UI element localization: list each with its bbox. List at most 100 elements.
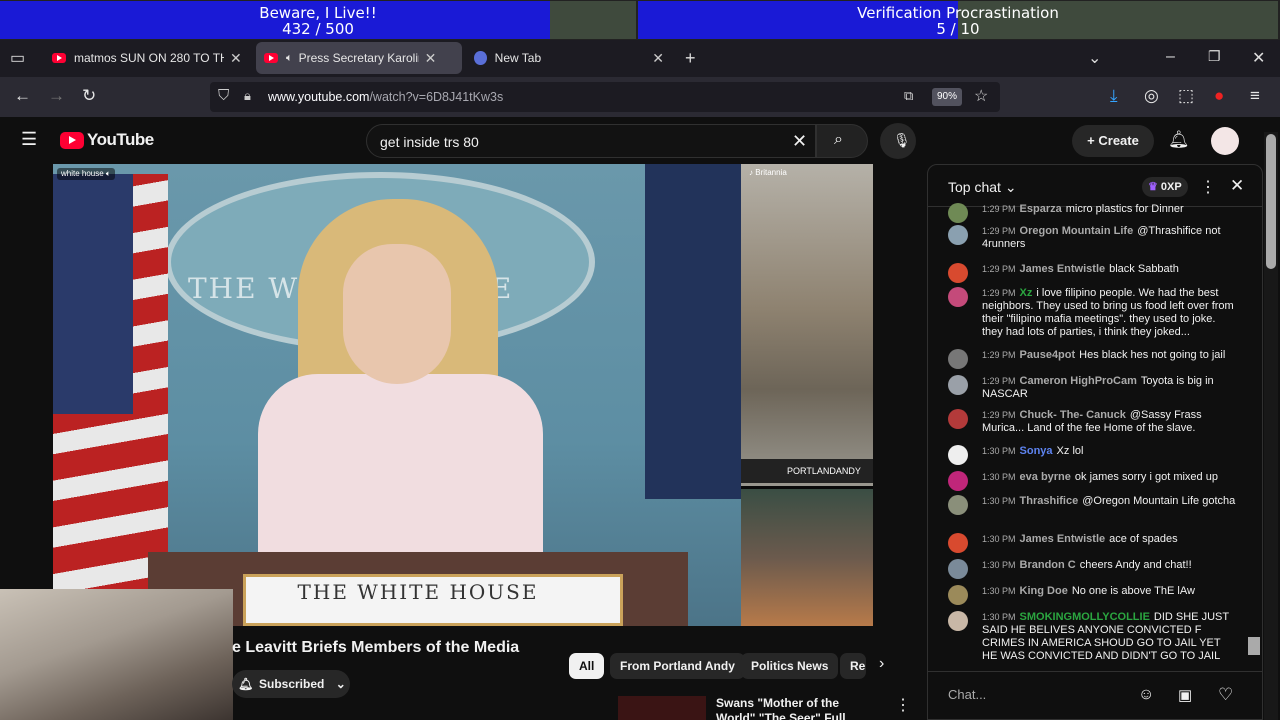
oxp-badge[interactable]: ♛ 0XP [1142,177,1188,197]
extension-record-icon[interactable]: ● [1214,86,1224,106]
chat-message[interactable]: 1:30 PM Thrashifice @Oregon Mountain Life … [948,495,1238,515]
chat-author[interactable]: Brandon C [1020,559,1076,571]
avatar[interactable] [948,495,968,515]
search-button[interactable]: ⌕ [816,124,868,158]
avatar[interactable] [948,611,968,631]
chat-author[interactable]: Esparza [1020,203,1062,215]
avatar[interactable] [948,225,968,245]
avatar[interactable] [948,287,968,307]
avatar[interactable] [948,349,968,369]
avatar[interactable] [948,409,968,429]
chat-author[interactable]: eva byrne [1020,471,1071,483]
chat-message[interactable]: 1:30 PM Sonya Xz lol [948,445,1238,465]
forward-icon[interactable]: → [48,86,65,106]
more-options-icon[interactable]: ⋮ [895,695,911,715]
chat-author[interactable]: SMOKINGMOLLYCOLLIE [1020,611,1150,623]
chip-all[interactable]: All [569,653,605,679]
back-icon[interactable]: ← [14,86,31,106]
emoji-icon[interactable]: ☺ [1138,686,1154,704]
chat-author[interactable]: Sonya [1020,445,1053,457]
chip-re[interactable]: Re [840,653,866,679]
url-text[interactable]: www.youtube.com/watch?v=6D8J41tKw3s [268,90,503,104]
search-query[interactable]: get inside trs 80 [380,134,479,150]
account-icon[interactable]: ◎ [1144,86,1159,106]
close-chat-icon[interactable]: ✕ [1230,176,1244,196]
avatar[interactable] [948,263,968,283]
new-tab-icon[interactable]: + [685,48,696,69]
download-icon[interactable]: ⤓ [1110,86,1118,106]
chat-author[interactable]: Pause4pot [1020,349,1076,361]
close-window-icon[interactable]: ✕ [1252,48,1265,68]
zoom-level[interactable]: 90% [932,88,963,106]
chat-message[interactable]: 1:29 PM Oregon Mountain Life @Thrashifice … [948,225,1238,251]
chip-from-portland-andy[interactable]: From Portland Andy [610,653,745,679]
super-chat-icon[interactable]: ▣ [1178,686,1192,704]
chat-message[interactable]: 1:29 PM Pause4pot Hes black hes not going … [948,349,1238,369]
restore-icon[interactable]: ❐ [1208,48,1221,65]
chevron-down-icon[interactable]: ⌄ [1088,48,1101,68]
tab-press-secretary[interactable]: 🔈︎ Press Secretary Karoline ✕ [256,42,462,74]
close-tab-icon[interactable]: ✕ [425,50,437,67]
create-button[interactable]: + Create [1072,125,1154,157]
chat-author[interactable]: Oregon Mountain Life [1020,225,1134,237]
chat-message[interactable]: 1:30 PM SMOKINGMOLLYCOLLIE DID SHE JUST SA… [948,611,1238,663]
close-tab-icon[interactable]: ✕ [230,50,242,67]
speaker-icon[interactable]: 🔈︎ [286,52,293,65]
chat-author[interactable]: Xz [1020,287,1033,299]
chat-message[interactable]: 1:29 PM Chuck- The- Canuck @Sassy Frass Mu… [948,409,1238,435]
recommendation-title[interactable]: Swans "Mother of the World" "The Seer" F… [716,696,876,720]
chat-author[interactable]: King Doe [1020,585,1068,597]
avatar[interactable] [1211,127,1239,155]
tab-new-tab[interactable]: New Tab ✕ [466,42,672,74]
chat-message[interactable]: 1:30 PM Brandon Ccheers Andy and chat!! [948,559,1238,579]
chevron-right-icon[interactable]: › [879,655,884,673]
chat-mode-dropdown[interactable]: Top chat ⌄ [948,179,1017,196]
more-options-icon[interactable]: ⋮ [1200,177,1216,197]
search-input[interactable]: get inside trs 80 ✕ [366,124,816,158]
chat-message[interactable]: 1:30 PM James Entwistle ace of spades [948,533,1238,553]
picture-in-picture-icon[interactable]: ⧉ [904,88,913,104]
voice-search-button[interactable]: 🎙︎ [880,123,916,159]
close-tab-icon[interactable]: ✕ [652,50,664,67]
page-scrollbar[interactable] [1264,132,1278,720]
chat-author[interactable]: James Entwistle [1020,263,1106,275]
recommendation-thumbnail[interactable] [618,696,706,720]
reload-icon[interactable]: ↻ [82,86,96,106]
chat-author[interactable]: James Entwistle [1020,533,1106,545]
avatar[interactable] [948,445,968,465]
extensions-icon[interactable]: ⬚ [1178,86,1194,106]
tab-matmos[interactable]: matmos SUN ON 280 TO THE 1 ✕ [44,42,250,74]
clear-search-icon[interactable]: ✕ [792,131,807,152]
chat-message[interactable]: 1:29 PM Esparza micro plastics for Dinner [948,203,1238,223]
chip-politics-news[interactable]: Politics News [741,653,839,679]
chat-author[interactable]: Cameron HighProCam [1020,375,1137,387]
heart-icon[interactable]: ♡ [1218,685,1233,705]
scrollbar-thumb[interactable] [1266,134,1276,269]
notifications-bell-icon[interactable]: 🔔︎ [1168,130,1190,150]
bookmark-star-icon[interactable]: ☆ [974,86,988,106]
avatar[interactable] [948,203,968,223]
chat-scroll-thumb[interactable] [1248,637,1260,655]
lock-icon[interactable]: 🔒︎ [244,88,251,104]
chat-message[interactable]: 1:29 PM Xz i love filipino people. We had … [948,287,1238,339]
avatar[interactable] [948,585,968,605]
tab-list-icon[interactable]: ▭ [10,48,25,68]
chat-message[interactable]: 1:29 PM Cameron HighProCam Toyota is big i… [948,375,1238,401]
chat-message[interactable]: 1:30 PM eva byrne ok james sorry i got mix… [948,471,1238,491]
chat-input[interactable]: Chat... [948,684,1128,706]
address-bar[interactable]: ⛉ 🔒︎ www.youtube.com/watch?v=6D8J41tKw3s… [210,82,1000,112]
chat-message[interactable]: 1:30 PM King Doe No one is above ThE lAw [948,585,1238,605]
avatar[interactable] [948,559,968,579]
avatar[interactable] [948,471,968,491]
avatar[interactable] [948,533,968,553]
shield-icon[interactable]: ⛉ [218,87,229,104]
chat-author[interactable]: Thrashifice [1020,495,1079,507]
hamburger-menu-icon[interactable]: ☰ [21,129,37,150]
chat-author[interactable]: Chuck- The- Canuck [1020,409,1126,421]
menu-icon[interactable]: ≡ [1250,86,1260,106]
minimize-icon[interactable]: – [1166,48,1175,66]
avatar[interactable] [948,375,968,395]
youtube-logo[interactable]: YouTube [60,130,154,150]
subscribed-button[interactable]: 🔔︎ Subscribed ⌄ [232,670,350,698]
video-player[interactable]: THE WHITE HOUSE THE WHITE HOUSE white ho… [53,164,873,626]
